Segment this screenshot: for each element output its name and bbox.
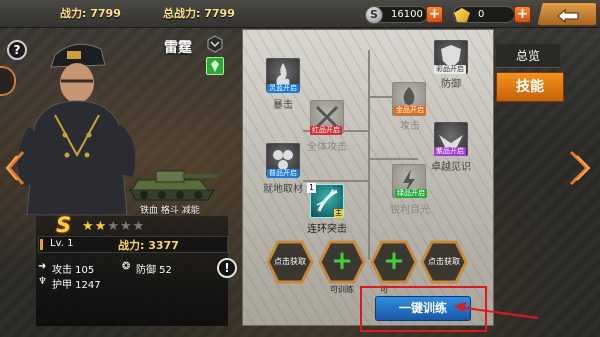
star-empty-icon: ★	[107, 219, 120, 234]
hero-portrait	[18, 43, 135, 215]
skill-ground-name: 就地取材	[263, 184, 303, 195]
power-label: 战力: 7799	[60, 7, 121, 20]
gold-value: 0	[478, 9, 485, 20]
battle-power: 战力: 3377	[118, 239, 179, 252]
star-empty-icon: ★	[119, 219, 133, 234]
silver-coin-icon: S	[365, 6, 383, 24]
skill-defense-tag: 彩品开启	[434, 65, 466, 74]
star-rating: ★★★★★	[82, 219, 145, 234]
skill-defense-name: 防御	[441, 79, 461, 90]
skill-combo-name: 连环突击	[307, 224, 347, 235]
skill-full-attack-name: 全体攻击	[307, 142, 347, 153]
slot-4-label: 点击获取	[428, 257, 460, 266]
branch-badge-icon	[206, 57, 224, 75]
add-equip-icon: +	[331, 246, 353, 276]
prev-hero-arrow-icon[interactable]	[5, 150, 25, 186]
tank-image	[129, 170, 218, 201]
armor-stat-icon: ♆	[38, 276, 47, 287]
next-hero-arrow-icon[interactable]	[569, 150, 591, 186]
add-silver-button[interactable]: +	[426, 6, 443, 23]
tab-overview[interactable]: 总览	[496, 44, 560, 68]
skill-crit-tag: 灵蓝开启	[267, 84, 299, 93]
back-button[interactable]	[537, 2, 597, 26]
defense-stat: 防御 52	[136, 265, 172, 276]
armor-stat: 护甲 1247	[52, 280, 101, 291]
skill-sharp-tag: 绿品开启	[395, 189, 427, 198]
attack-stat: 攻击 105	[52, 265, 95, 276]
level-text: Lv. 1	[50, 238, 74, 249]
skill-full-attack-tag: 红品开启	[310, 126, 342, 135]
silver-value: 16100	[391, 9, 423, 20]
gold-icon	[454, 8, 470, 22]
skill-ground-tag: 普品开启	[267, 169, 299, 178]
tab-skill[interactable]: 技能	[496, 72, 564, 102]
add-gold-button[interactable]: +	[514, 6, 531, 23]
skill-combo-main-tag: 主	[334, 209, 343, 218]
star-filled-icon: ★	[94, 219, 108, 234]
gold-display: 0	[453, 6, 515, 23]
equip-slot-4[interactable]: 点击获取	[420, 240, 468, 284]
star-filled-icon: ★	[82, 219, 95, 234]
skill-vision-name: 卓越见识	[431, 162, 471, 173]
return-arrow-icon	[557, 8, 579, 23]
attack-stat-icon: ➜	[38, 261, 47, 272]
equip-slot-3[interactable]: +	[370, 240, 418, 284]
rank-emblem-icon	[207, 35, 223, 53]
slot-1-label: 点击获取	[274, 257, 306, 266]
skill-attack-tag: 金品开启	[394, 106, 426, 115]
add-equip-icon: +	[383, 246, 405, 276]
info-button[interactable]: !	[217, 258, 237, 278]
hero-name: 雷霆	[164, 40, 192, 56]
tank-tags: 铁血 格斗 减能	[140, 206, 200, 216]
annotation-arrow-icon	[454, 302, 539, 319]
skill-attack-name: 攻击	[400, 121, 420, 132]
rank-letter: S	[56, 213, 72, 237]
equip-slot-2[interactable]: +	[318, 240, 366, 284]
total-power-label: 总战力: 7799	[163, 7, 235, 20]
star-empty-icon: ★	[132, 219, 146, 234]
defense-stat-icon: ❂	[122, 261, 131, 272]
level-accent	[40, 239, 43, 250]
skill-vision-tag: 紫品开启	[434, 147, 466, 156]
skill-combo-level: 1	[307, 183, 317, 193]
equip-slot-1[interactable]: 点击获取	[266, 240, 314, 284]
silver-display: S 16100	[365, 6, 428, 24]
skill-crit-name: 暴击	[273, 100, 293, 111]
slot-2-trainable: 可训练	[330, 285, 354, 294]
skill-sharp-name: 锐利目光	[390, 205, 430, 216]
